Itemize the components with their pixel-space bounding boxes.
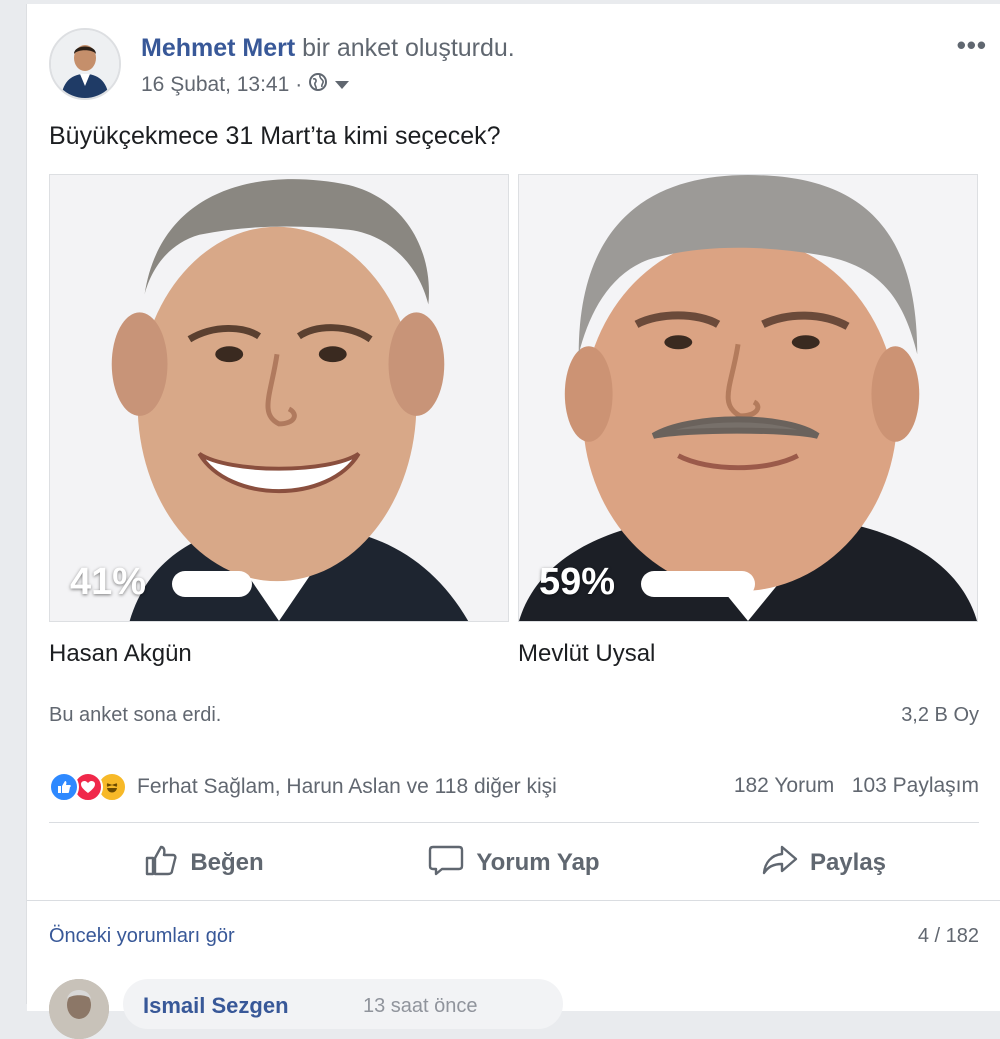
poll-option-1-label[interactable]: Hasan Akgün: [49, 640, 192, 668]
poll-option-1[interactable]: 41%: [49, 174, 509, 622]
like-button[interactable]: Beğen: [49, 832, 359, 894]
author-avatar[interactable]: [49, 28, 121, 100]
engagement-counts: 182 Yorum 103 Paylaşım: [734, 774, 979, 798]
comment-time: 13 saat önce: [363, 995, 478, 1017]
poll-status: Bu anket sona erdi.: [49, 704, 222, 726]
like-icon: [49, 772, 79, 802]
post-actions: Beğen Yorum Yap Paylaş: [49, 832, 979, 894]
post-header: Mehmet Mert bir anket oluşturdu. 16 Şuba…: [49, 28, 1000, 108]
poll-bar-track-1: [172, 571, 366, 597]
share-arrow-icon: [762, 844, 798, 883]
poll-question: Büyükçekmece 31 Mart’ta kimi seçecek?: [49, 122, 501, 150]
share-count-link[interactable]: 103 Paylaşım: [852, 774, 979, 797]
author-action: bir anket oluşturdu.: [295, 34, 515, 62]
reaction-names[interactable]: Ferhat Sağlam, Harun Aslan ve 118 diğer …: [137, 775, 557, 799]
vote-count[interactable]: 3,2 B Oy: [901, 704, 979, 727]
comment-button-label: Yorum Yap: [476, 849, 600, 876]
candidate-photo-1: [50, 175, 508, 621]
meta-separator: ·: [295, 73, 303, 96]
comment-bubble-icon: [428, 843, 464, 884]
post-timestamp[interactable]: 16 Şubat, 13:41: [141, 73, 289, 97]
actions-divider: [49, 822, 979, 823]
reaction-summary[interactable]: Ferhat Sağlam, Harun Aslan ve 118 diğer …: [49, 770, 557, 804]
poll-bar-1: [172, 571, 252, 597]
comment-author[interactable]: Ismail Sezgen: [143, 993, 289, 1019]
candidate-photo-2: [519, 175, 977, 621]
poll-option-2-label[interactable]: Mevlüt Uysal: [518, 640, 655, 668]
globe-icon[interactable]: [308, 72, 328, 98]
thumbs-up-icon: [144, 843, 178, 884]
share-button-label: Paylaş: [809, 849, 887, 876]
previous-comments-link[interactable]: Önceki yorumları gör: [49, 925, 235, 948]
poll-bar-track-2: [641, 571, 835, 597]
author-name[interactable]: Mehmet Mert: [141, 34, 295, 62]
commenter-avatar[interactable]: [49, 979, 109, 1039]
poll-percent-1: 41%: [70, 561, 147, 603]
share-button[interactable]: Paylaş: [669, 832, 979, 894]
poll-post: Mehmet Mert bir anket oluşturdu. 16 Şuba…: [26, 4, 1000, 1039]
poll-option-2[interactable]: 59%: [518, 174, 978, 622]
chevron-down-icon[interactable]: [334, 73, 350, 97]
more-options-button[interactable]: •••: [957, 30, 987, 61]
comment-count-link[interactable]: 182 Yorum: [734, 774, 834, 797]
like-button-label: Beğen: [190, 849, 264, 876]
comment-bubble: Ismail Sezgen 13 saat önce: [123, 979, 563, 1029]
comment-button[interactable]: Yorum Yap: [359, 832, 669, 894]
comment-pagination: 4 / 182: [917, 925, 979, 947]
comments-section: Önceki yorumları gör 4 / 182 Ismail Sezg…: [27, 900, 1000, 1039]
author-line: Mehmet Mert bir anket oluşturdu.: [141, 34, 515, 63]
poll-bar-2: [641, 571, 756, 597]
poll-percent-2: 59%: [539, 561, 616, 603]
post-meta: 16 Şubat, 13:41 ·: [141, 72, 350, 98]
ellipsis-icon: •••: [956, 30, 987, 60]
